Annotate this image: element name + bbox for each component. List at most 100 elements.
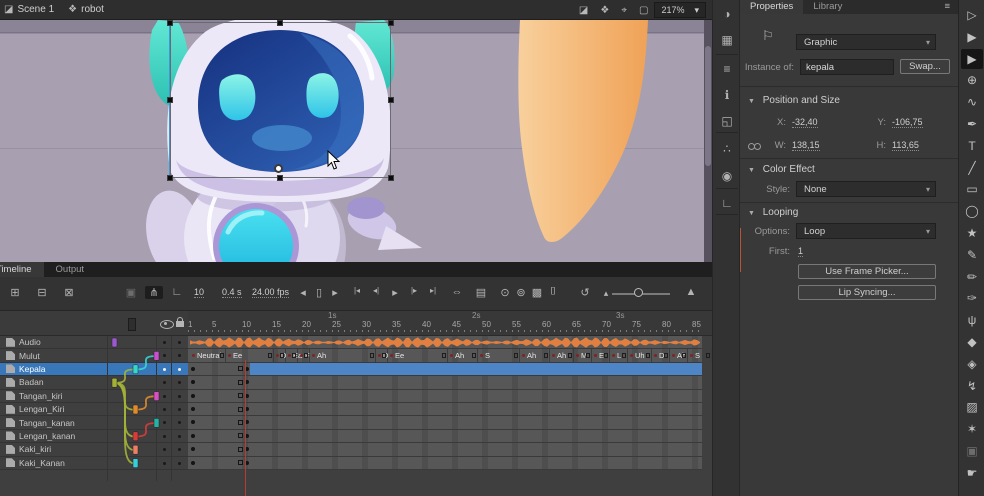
- layer-row-Kaki_Kanan[interactable]: Kaki_Kanan: [0, 457, 188, 470]
- delete-layer-button[interactable]: ⊠: [60, 286, 78, 299]
- frame-row-Badan[interactable]: [188, 376, 702, 389]
- viseme-span[interactable]: E: [592, 349, 610, 361]
- frame-row-Kaki_kiri[interactable]: [188, 443, 702, 456]
- hand-tool[interactable]: ☛: [961, 463, 983, 483]
- new-layer-button[interactable]: ⊞: [6, 286, 24, 299]
- lock-icon[interactable]: [176, 321, 184, 327]
- lock-dot[interactable]: [178, 448, 181, 451]
- transform-handle[interactable]: [167, 97, 173, 103]
- transform-handle[interactable]: [167, 175, 173, 181]
- viseme-span[interactable]: F: [298, 349, 310, 361]
- layer-row-Lengan_Kiri[interactable]: Lengan_Kiri: [0, 403, 188, 416]
- bone-tool[interactable]: ψ: [961, 310, 983, 330]
- visibility-dot[interactable]: [163, 368, 166, 371]
- frame-row-Tangan_kiri[interactable]: [188, 390, 702, 403]
- canvas-scrollbar[interactable]: [704, 20, 712, 262]
- transform-handle[interactable]: [277, 175, 283, 181]
- viseme-span[interactable]: S: [478, 349, 520, 361]
- pen-tool[interactable]: ✒: [961, 114, 983, 134]
- art-brush-tool[interactable]: ✏: [961, 267, 983, 287]
- modify-markers-button[interactable]: []: [544, 286, 562, 295]
- visibility-dot[interactable]: [163, 341, 166, 344]
- layer-row-Badan[interactable]: Badan: [0, 376, 188, 389]
- symbol-type-select[interactable]: Graphic ▾: [796, 34, 936, 50]
- parenting-view-button[interactable]: ⋔: [145, 286, 163, 299]
- free-transform-tool[interactable]: ⊕: [961, 70, 983, 90]
- graph-view-button[interactable]: ∟: [168, 286, 186, 298]
- play-button[interactable]: ▸: [386, 286, 404, 299]
- x-value[interactable]: -32,40: [792, 117, 818, 128]
- use-frame-picker-button[interactable]: Use Frame Picker...: [798, 264, 936, 279]
- layer-row-Tangan_kiri[interactable]: Tangan_kiri: [0, 390, 188, 403]
- step-forward-button[interactable]: ▸: [326, 286, 344, 299]
- lock-dot[interactable]: [178, 421, 181, 424]
- camera-tool[interactable]: ▣: [961, 441, 983, 461]
- lasso-tool[interactable]: ∿: [961, 92, 983, 112]
- frame-row-Audio[interactable]: [188, 336, 702, 349]
- breadcrumb-symbol[interactable]: robot: [81, 4, 104, 15]
- section-position-size[interactable]: ▼ Position and Size: [748, 95, 840, 106]
- go-to-last-frame-button[interactable]: ▸|: [424, 286, 442, 295]
- timeline-zoom-knob[interactable]: [634, 288, 643, 297]
- ink-bottle-tool[interactable]: ◈: [961, 354, 983, 374]
- go-to-first-frame-button[interactable]: |◂: [348, 286, 366, 295]
- transform-handle[interactable]: [388, 20, 394, 26]
- loop-options-select[interactable]: Loop ▾: [796, 223, 936, 239]
- viseme-span[interactable]: Neutral: [190, 349, 226, 361]
- first-frame-value[interactable]: 1: [798, 246, 803, 257]
- pencil-tool[interactable]: ✎: [961, 245, 983, 265]
- camera-button[interactable]: ▣: [122, 286, 140, 299]
- transform-handle[interactable]: [277, 20, 283, 26]
- rectangle-tool[interactable]: ▭: [961, 179, 983, 199]
- visibility-dot[interactable]: [163, 435, 166, 438]
- viseme-span[interactable]: Uh: [628, 349, 652, 361]
- tab-timeline[interactable]: Timeline: [0, 262, 44, 277]
- viseme-span[interactable]: D: [652, 349, 670, 361]
- edit-symbol-icon[interactable]: ❖: [600, 5, 609, 16]
- edit-scene-icon[interactable]: ◪: [579, 5, 588, 16]
- frame-row-Kepala[interactable]: [188, 363, 702, 376]
- transform-panel-icon[interactable]: ◱: [713, 114, 741, 128]
- lock-dot[interactable]: [178, 408, 181, 411]
- viseme-span[interactable]: L: [610, 349, 628, 361]
- viseme-span[interactable]: M: [574, 349, 592, 361]
- transform-handle[interactable]: [388, 97, 394, 103]
- loop-range-button[interactable]: ⇔: [448, 286, 466, 298]
- color-panel-icon[interactable]: ◑: [713, 7, 741, 21]
- frame-row-Mulut[interactable]: NeutralEeDEaFAhDEeAhSAhAhMELUhDAhS: [188, 349, 702, 362]
- frame-ruler[interactable]: 15101520253035404550556065707580851s2s3s: [188, 311, 712, 336]
- lock-dot[interactable]: [178, 368, 181, 371]
- elapsed-time-value[interactable]: 0.4 s: [222, 287, 242, 298]
- frame-row-Lengan_kanan[interactable]: [188, 430, 702, 443]
- reset-timeline-zoom-button[interactable]: ↺: [576, 286, 594, 299]
- panel-menu-icon[interactable]: ≡: [944, 1, 950, 12]
- text-tool[interactable]: T: [961, 136, 983, 156]
- viseme-span[interactable]: Ee: [226, 349, 274, 361]
- selection-bounding-box[interactable]: [170, 22, 391, 178]
- lock-dot[interactable]: [178, 381, 181, 384]
- frame-row-Kaki_Kanan[interactable]: [188, 457, 702, 470]
- viseme-span[interactable]: S: [688, 349, 712, 361]
- layer-row-Mulut[interactable]: Mulut: [0, 349, 188, 362]
- oval-tool[interactable]: ◯: [961, 201, 983, 221]
- back-one-frame-button[interactable]: ◂|: [367, 286, 385, 295]
- clip-content-icon[interactable]: ▢: [639, 5, 648, 16]
- center-stage-icon[interactable]: ⌖: [621, 5, 627, 16]
- section-looping[interactable]: ▼ Looping: [748, 207, 798, 218]
- current-frame-value[interactable]: 10: [194, 287, 204, 298]
- lock-dot[interactable]: [178, 395, 181, 398]
- lip-syncing-button[interactable]: Lip Syncing...: [798, 285, 936, 300]
- visibility-dot[interactable]: [163, 421, 166, 424]
- viseme-span[interactable]: Ah: [448, 349, 478, 361]
- visibility-dot[interactable]: [163, 462, 166, 465]
- paint-bucket-tool[interactable]: ◆: [961, 332, 983, 352]
- layer-row-Kaki_kiri[interactable]: Kaki_kiri: [0, 443, 188, 456]
- info-panel-icon[interactable]: ℹ: [713, 88, 741, 102]
- timeline-zoom-in-button[interactable]: ▲: [682, 286, 700, 298]
- lock-dot[interactable]: [178, 435, 181, 438]
- visibility-dot[interactable]: [163, 381, 166, 384]
- frame-row-Tangan_kanan[interactable]: [188, 416, 702, 429]
- cc-libraries-panel-icon[interactable]: ◉: [713, 169, 741, 183]
- lock-dot[interactable]: [178, 341, 181, 344]
- visibility-dot[interactable]: [163, 354, 166, 357]
